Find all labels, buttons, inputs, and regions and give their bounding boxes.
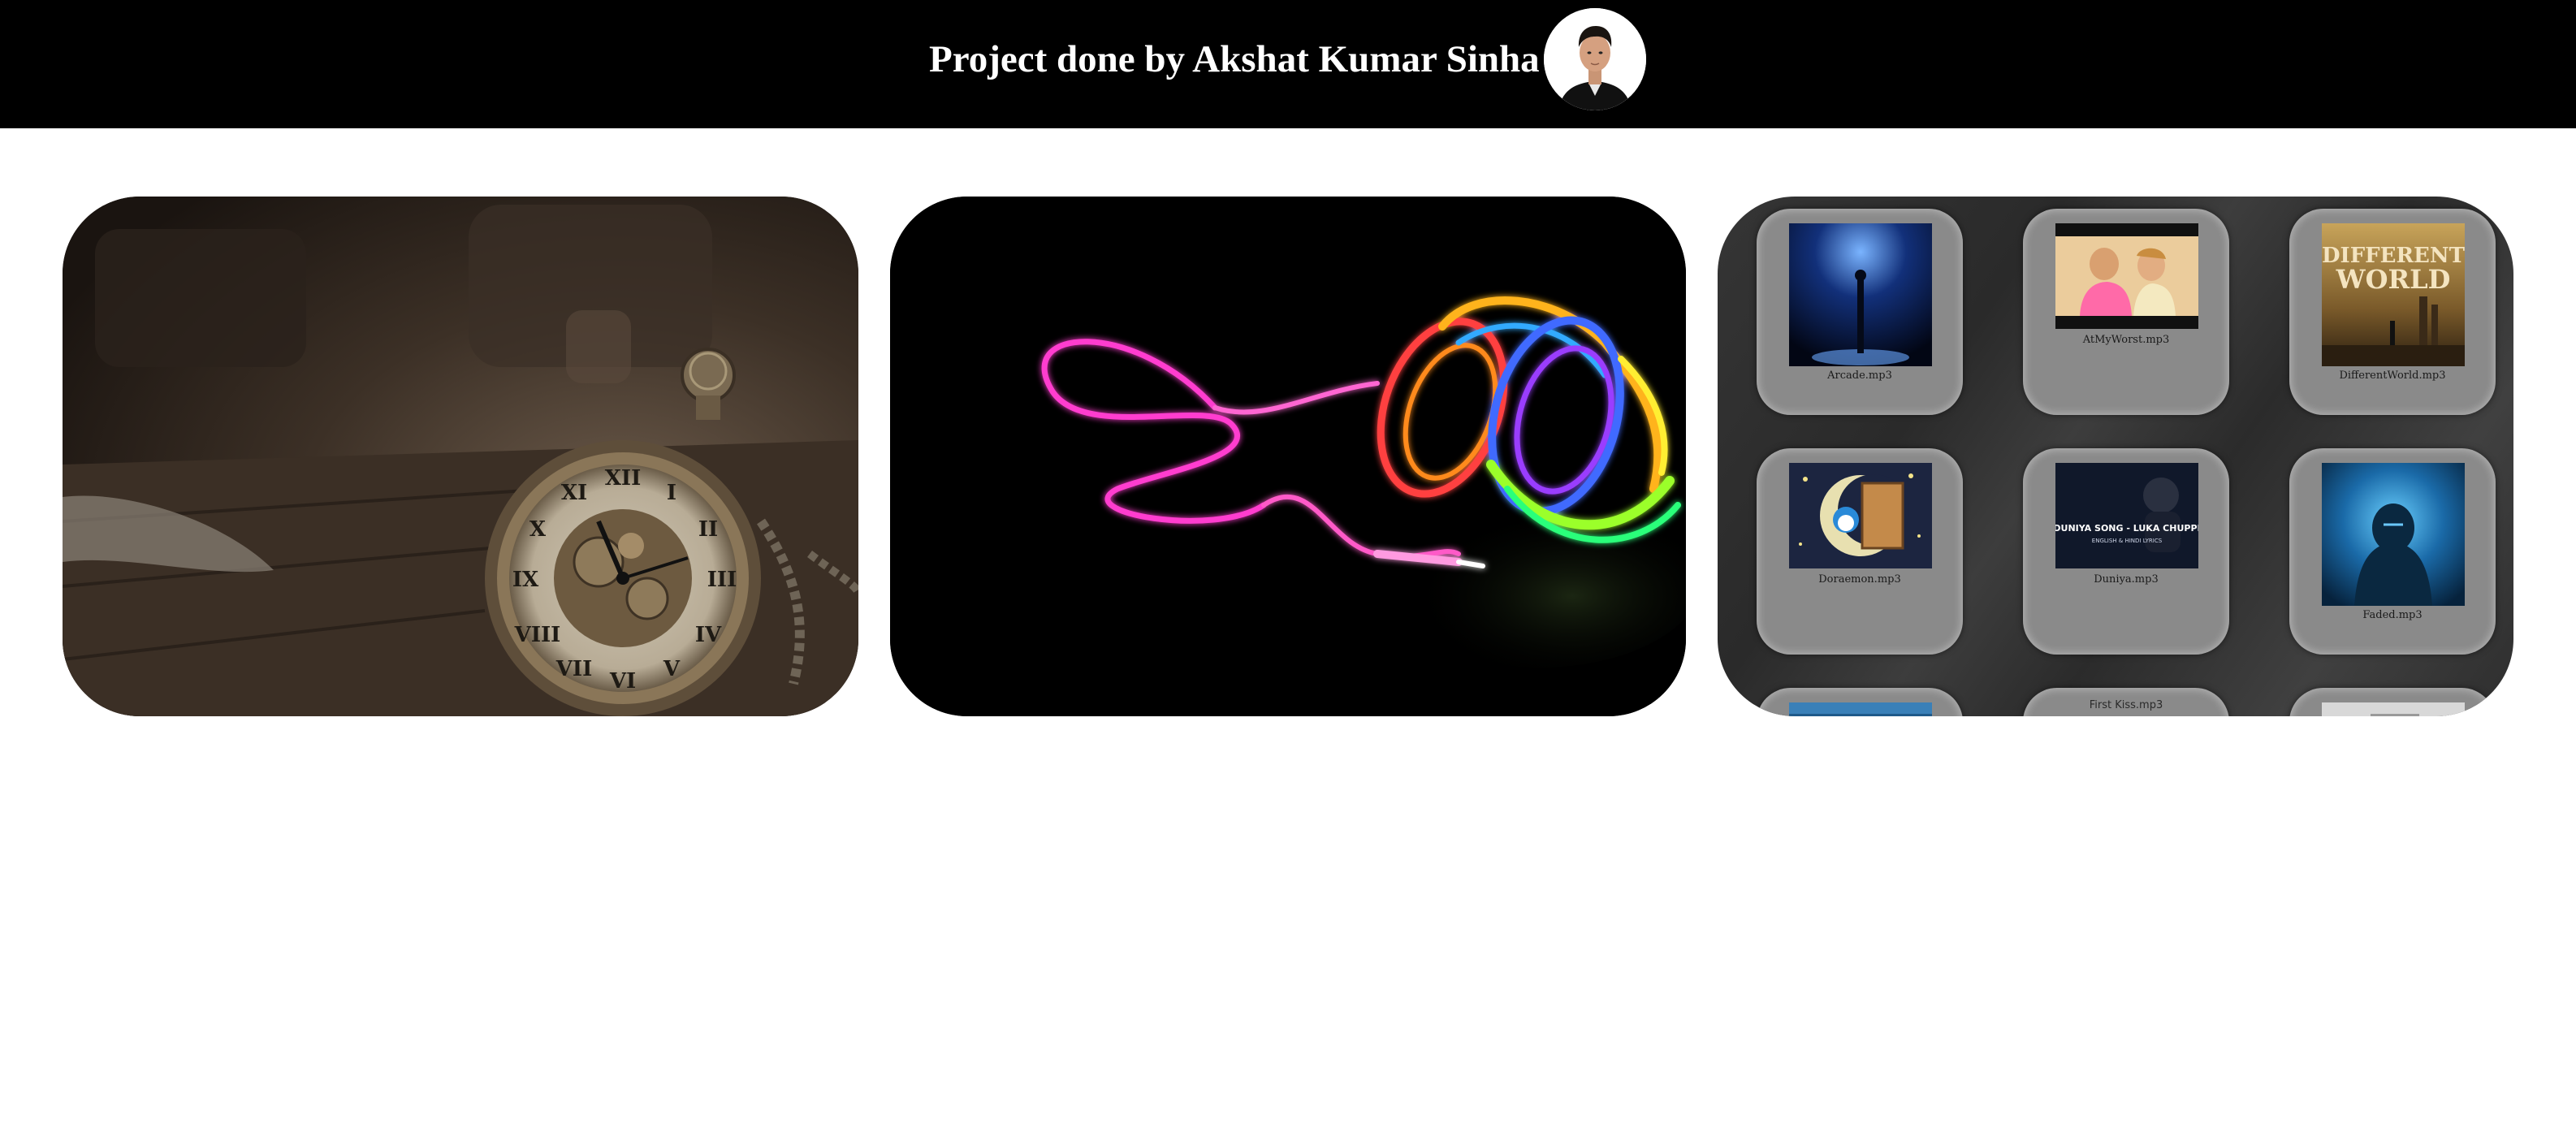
svg-text:I: I [667, 481, 676, 505]
pocket-watch-image: XII VI IX III I II IV V VII VIII X XI [63, 197, 858, 716]
svg-text:IX: IX [512, 568, 539, 592]
album-art [2322, 463, 2465, 606]
svg-text:VII: VII [555, 657, 593, 681]
song-card-doraemon[interactable]: Doraemon.mp3 [1757, 448, 1963, 655]
song-card-duniya[interactable]: DUNIYA SONG - LUKA CHUPPI ENGLISH & HIND… [2023, 448, 2229, 655]
album-art [1789, 702, 1932, 716]
song-card-atmyworst[interactable]: AtMyWorst.mp3 [2023, 209, 2229, 415]
broken-image-alt-text: First Kiss.mp3 [2089, 699, 2163, 711]
song-title: Arcade.mp3 [1827, 370, 1892, 382]
song-title: AtMyWorst.mp3 [2082, 334, 2170, 346]
song-title: DifferentWorld.mp3 [2339, 370, 2446, 382]
album-art [2322, 702, 2465, 716]
album-art [2055, 223, 2198, 329]
album-art: DIFFERENT WORLD [2322, 223, 2465, 366]
svg-text:X: X [529, 517, 547, 542]
song-title: Doraemon.mp3 [1818, 573, 1901, 586]
song-card-faded[interactable]: Faded.mp3 [2289, 448, 2496, 655]
page-title: Project done by Akshat Kumar Sinha [929, 38, 1540, 80]
song-title: Duniya.mp3 [2094, 573, 2159, 586]
neon-headphones-image [890, 197, 1686, 716]
svg-text:IV: IV [695, 623, 722, 647]
song-card-firstkiss[interactable]: First Kiss.mp3 [2023, 688, 2229, 716]
svg-text:III: III [707, 568, 737, 592]
album-art [1789, 223, 1932, 366]
song-card[interactable] [2289, 688, 2496, 716]
song-title: Faded.mp3 [2362, 609, 2423, 621]
song-card[interactable] [1757, 688, 1963, 716]
song-card-arcade[interactable]: Arcade.mp3 [1757, 209, 1963, 415]
person-avatar-icon [1544, 8, 1646, 110]
svg-text:VI: VI [609, 669, 636, 694]
svg-text:WORLD: WORLD [2336, 264, 2451, 295]
music-playlist-panel[interactable]: Arcade.mp3 AtMyWorst.mp3 DIFFERENT WORLD… [1718, 197, 2513, 716]
svg-text:XII: XII [605, 466, 642, 491]
svg-text:VIII: VIII [514, 623, 561, 647]
svg-text:V: V [663, 657, 681, 681]
album-art: DUNIYA SONG - LUKA CHUPPI ENGLISH & HIND… [2055, 463, 2198, 568]
album-art [1789, 463, 1932, 568]
header-bar: Project done by Akshat Kumar Sinha [0, 0, 2576, 128]
song-card-differentworld[interactable]: DIFFERENT WORLD DifferentWorld.mp3 [2289, 209, 2496, 415]
thumbnail-subtitle: ENGLISH & HINDI LYRICS [2092, 538, 2163, 544]
svg-text:XI: XI [561, 481, 587, 505]
thumbnail-title: DUNIYA SONG - LUKA CHUPPI [2055, 523, 2198, 534]
song-grid: Arcade.mp3 AtMyWorst.mp3 DIFFERENT WORLD… [1718, 197, 2513, 716]
svg-text:II: II [698, 517, 718, 542]
